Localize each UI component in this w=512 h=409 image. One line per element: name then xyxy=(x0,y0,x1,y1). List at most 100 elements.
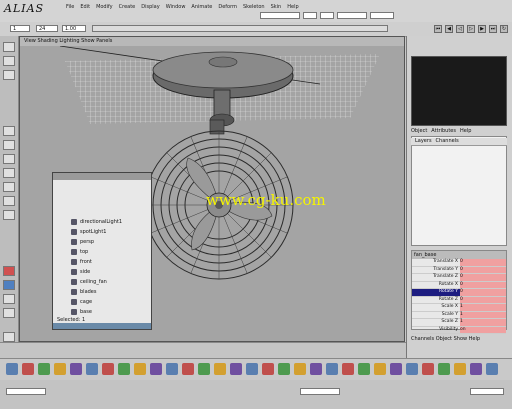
shelf-icon-4[interactable] xyxy=(54,363,66,375)
field-e[interactable] xyxy=(370,12,394,19)
field-d[interactable] xyxy=(337,12,367,19)
command-input[interactable] xyxy=(6,388,46,395)
shelf-icon-29[interactable] xyxy=(454,363,466,375)
menu-skin[interactable]: Skin xyxy=(271,4,282,10)
layout-persp-icon[interactable] xyxy=(3,196,15,206)
table-row-selected[interactable]: Rotate Y0 xyxy=(412,289,506,297)
shelf-icon-27[interactable] xyxy=(422,363,434,375)
table-row[interactable]: Translate Z0 xyxy=(412,274,506,282)
shelf-icon-22[interactable] xyxy=(342,363,354,375)
play-back-icon[interactable]: ◁ xyxy=(456,25,464,33)
layout-split-icon[interactable] xyxy=(3,182,15,192)
go-end-icon[interactable]: ⏭ xyxy=(489,25,497,33)
frame-field[interactable] xyxy=(470,388,504,395)
menu-animate[interactable]: Animate xyxy=(191,4,212,10)
rotate-tool-icon[interactable] xyxy=(3,126,15,136)
shelf-icon-21[interactable] xyxy=(326,363,338,375)
table-row[interactable]: Scale Y1 xyxy=(412,311,506,319)
table-row[interactable]: Scale Z1 xyxy=(412,319,506,327)
menu-modify[interactable]: Modify xyxy=(96,4,113,10)
table-row[interactable]: Translate X0 xyxy=(412,259,506,267)
loop-icon[interactable]: ↻ xyxy=(500,25,508,33)
menu-window[interactable]: Window xyxy=(166,4,186,10)
start-frame-field[interactable]: 1 xyxy=(10,25,30,32)
step-forward-icon[interactable]: ▶ xyxy=(478,25,486,33)
shelf-icon-7[interactable] xyxy=(102,363,114,375)
layout-quad-icon[interactable] xyxy=(3,168,15,178)
time-slider[interactable] xyxy=(92,25,388,32)
list-item[interactable]: ceiling_fan xyxy=(71,277,122,287)
list-item[interactable]: top xyxy=(71,247,122,257)
shelf-icon-16[interactable] xyxy=(246,363,258,375)
table-row[interactable]: Rotate X0 xyxy=(412,281,506,289)
shelf-icon-6[interactable] xyxy=(86,363,98,375)
scale-tool-icon[interactable] xyxy=(3,140,15,150)
select-tool-icon[interactable] xyxy=(3,42,15,52)
shelf-icon-17[interactable] xyxy=(262,363,274,375)
graph-editor-icon[interactable] xyxy=(3,308,15,318)
list-item[interactable]: persp xyxy=(71,237,122,247)
shelf-icon-31[interactable] xyxy=(486,363,498,375)
list-item[interactable]: directionalLight1 xyxy=(71,217,122,227)
list-item[interactable]: cage xyxy=(71,297,122,307)
shelf-icon-26[interactable] xyxy=(406,363,418,375)
viewport-menu[interactable]: View Shading Lighting Show Panels xyxy=(20,37,404,46)
shelf-icon-12[interactable] xyxy=(182,363,194,375)
shelf-icon-20[interactable] xyxy=(310,363,322,375)
shelf-icon-18[interactable] xyxy=(278,363,290,375)
table-row[interactable]: Rotate Z0 xyxy=(412,296,506,304)
menu-create[interactable]: Create xyxy=(119,4,136,10)
shelf-icon-8[interactable] xyxy=(118,363,130,375)
move-tool-icon[interactable] xyxy=(3,70,15,80)
table-row[interactable]: Visibility on xyxy=(412,326,506,334)
list-item[interactable]: spotLight1 xyxy=(71,227,122,237)
shelf-icon-24[interactable] xyxy=(374,363,386,375)
shelf-icon-19[interactable] xyxy=(294,363,306,375)
shelf-icon-9[interactable] xyxy=(134,363,146,375)
tab-layers[interactable]: Layers xyxy=(415,138,432,145)
script-field[interactable] xyxy=(300,388,340,395)
shelf-icon-28[interactable] xyxy=(438,363,450,375)
step-back-icon[interactable]: ◀ xyxy=(445,25,453,33)
layout-outliner-icon[interactable] xyxy=(3,210,15,220)
menu-edit[interactable]: Edit xyxy=(80,4,90,10)
render-icon[interactable] xyxy=(3,266,15,276)
menu-skeleton[interactable]: Skeleton xyxy=(243,4,265,10)
list-item[interactable]: blades xyxy=(71,287,122,297)
shelf-icon-2[interactable] xyxy=(22,363,34,375)
tab-attributes[interactable]: Attributes xyxy=(431,128,456,134)
outliner-scrollbar[interactable] xyxy=(53,323,151,329)
ipr-icon[interactable] xyxy=(3,280,15,290)
snap-icon[interactable] xyxy=(3,332,15,342)
shelf-icon-23[interactable] xyxy=(358,363,370,375)
field-b[interactable] xyxy=(303,12,317,19)
shelf-icon-15[interactable] xyxy=(230,363,242,375)
step-field[interactable]: 1.00 xyxy=(62,25,86,32)
table-row[interactable]: Scale X1 xyxy=(412,304,506,312)
hypershade-icon[interactable] xyxy=(3,294,15,304)
tab-channels[interactable]: Channels xyxy=(436,138,459,145)
shelf-icon-30[interactable] xyxy=(470,363,482,375)
tab-object[interactable]: Object xyxy=(411,128,427,134)
list-item[interactable]: side xyxy=(71,267,122,277)
outliner-titlebar[interactable] xyxy=(53,173,151,180)
shelf-icon-1[interactable] xyxy=(6,363,18,375)
shelf-icon-5[interactable] xyxy=(70,363,82,375)
list-item[interactable]: front xyxy=(71,257,122,267)
menu-help[interactable]: Help xyxy=(287,4,298,10)
end-frame-field[interactable]: 24 xyxy=(36,25,58,32)
outliner-window[interactable]: directionalLight1 spotLight1 persp top f… xyxy=(52,172,152,330)
play-icon[interactable]: ▷ xyxy=(467,25,475,33)
tab-help[interactable]: Help xyxy=(460,128,471,134)
shelf-icon-3[interactable] xyxy=(38,363,50,375)
shelf-icon-10[interactable] xyxy=(150,363,162,375)
go-start-icon[interactable]: ⏮ xyxy=(434,25,442,33)
field-c[interactable] xyxy=(320,12,334,19)
shelf-icon-11[interactable] xyxy=(166,363,178,375)
layout-single-icon[interactable] xyxy=(3,154,15,164)
field-a[interactable] xyxy=(260,12,300,19)
shelf-icon-14[interactable] xyxy=(214,363,226,375)
menu-file[interactable]: File xyxy=(66,4,74,10)
list-item[interactable]: base xyxy=(71,307,122,317)
shelf-icon-25[interactable] xyxy=(390,363,402,375)
